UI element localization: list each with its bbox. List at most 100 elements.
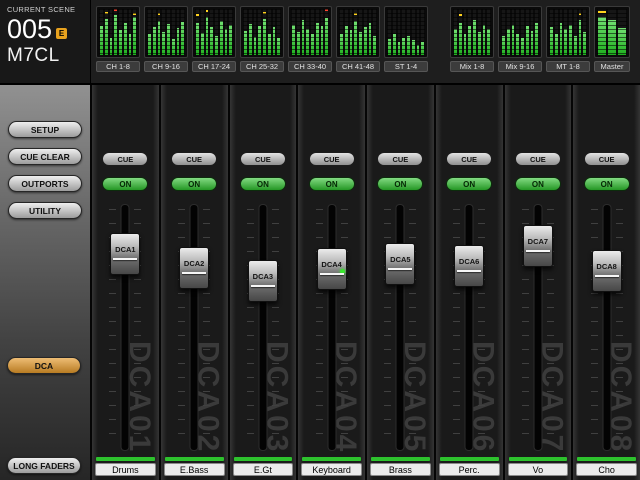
sidebar-button-setup[interactable]: SETUP	[8, 121, 82, 138]
meter-block-label: CH 17-24	[192, 61, 236, 72]
channel-color-bar	[577, 457, 636, 461]
on-button[interactable]: ON	[240, 177, 286, 191]
fader-knob[interactable]: DCA6	[454, 245, 484, 287]
meter-bar	[373, 9, 376, 55]
meter-bars	[384, 6, 428, 58]
on-button[interactable]: ON	[515, 177, 561, 191]
meter-bar	[388, 9, 391, 55]
fader-track[interactable]	[466, 205, 473, 450]
meter-bar	[244, 9, 247, 55]
fader-area: DCA3	[230, 205, 297, 450]
fader-track[interactable]	[259, 205, 266, 450]
channel-color-bar	[440, 457, 499, 461]
meter-block[interactable]: CH 9-16	[144, 6, 188, 72]
meter-bar	[177, 9, 180, 55]
meter-block[interactable]: CH 41-48	[336, 6, 380, 72]
channel-name-label[interactable]: Drums	[95, 463, 156, 476]
on-button[interactable]: ON	[377, 177, 423, 191]
meter-bar	[172, 9, 175, 55]
meter-bars	[594, 6, 630, 58]
cue-button[interactable]: CUE	[584, 152, 630, 166]
sidebar-button-cue-clear[interactable]: CUE CLEAR	[8, 148, 82, 165]
meter-block[interactable]: CH 33-40	[288, 6, 332, 72]
fader-knob[interactable]: DCA2	[179, 247, 209, 289]
meter-bar	[526, 9, 529, 55]
dca-mode-button[interactable]: DCA	[7, 357, 81, 374]
meter-block[interactable]: Mix 1-8	[450, 6, 494, 72]
meter-bars	[450, 6, 494, 58]
meter-bar	[473, 9, 476, 55]
meter-block-label: Mix 1-8	[450, 61, 494, 72]
meter-bar	[206, 9, 209, 55]
channel-strip: CUE ON DCA05 DCA5 Brass	[367, 85, 434, 480]
channel-strip: CUE ON DCA06 DCA6 Perc.	[436, 85, 503, 480]
on-button[interactable]: ON	[309, 177, 355, 191]
on-button[interactable]: ON	[446, 177, 492, 191]
fader-knob-label: DCA6	[455, 257, 483, 266]
scene-panel[interactable]: CURRENT SCENE 005 E M7CL	[0, 0, 90, 83]
meter-block[interactable]: MT 1-8	[546, 6, 590, 72]
sidebar-button-outports[interactable]: OUTPORTS	[8, 175, 82, 192]
meter-block[interactable]: Mix 9-16	[498, 6, 542, 72]
meter-block[interactable]: CH 25-32	[240, 6, 284, 72]
cue-button[interactable]: CUE	[446, 152, 492, 166]
main-area: SETUP CUE CLEAR OUTPORTS UTILITY DCA LONG F…	[0, 85, 640, 480]
channel-name-label[interactable]: Brass	[370, 463, 431, 476]
channel-name-label[interactable]: Perc.	[439, 463, 500, 476]
meter-bar	[350, 9, 353, 55]
cue-button[interactable]: CUE	[171, 152, 217, 166]
on-button[interactable]: ON	[102, 177, 148, 191]
on-button[interactable]: ON	[171, 177, 217, 191]
fader-knob[interactable]: DCA3	[248, 260, 278, 302]
fader-track[interactable]	[603, 205, 610, 450]
meter-bar	[574, 9, 577, 55]
meter-bar	[258, 9, 261, 55]
meter-bar	[124, 9, 127, 55]
meter-bar	[158, 9, 161, 55]
fader-track[interactable]	[397, 205, 404, 450]
fader-knob[interactable]: DCA8	[592, 250, 622, 292]
cue-button[interactable]: CUE	[102, 152, 148, 166]
meter-bar	[487, 9, 490, 55]
meter-bar	[560, 9, 563, 55]
cue-button[interactable]: CUE	[309, 152, 355, 166]
sidebar-button-utility[interactable]: UTILITY	[8, 202, 82, 219]
fader-track[interactable]	[328, 205, 335, 450]
meter-bar	[417, 9, 420, 55]
meter-bar	[196, 9, 199, 55]
meter-block[interactable]: ST 1-4	[384, 6, 428, 72]
channel-name-label[interactable]: Keyboard	[301, 463, 362, 476]
channel-name-label[interactable]: Cho	[576, 463, 637, 476]
meter-bar	[210, 9, 213, 55]
meter-bars	[336, 6, 380, 58]
long-faders-button[interactable]: LONG FADERS	[7, 457, 81, 474]
fader-area: DCA4	[298, 205, 365, 450]
fader-track[interactable]	[191, 205, 198, 450]
fader-area: DCA7	[505, 205, 572, 450]
meter-bar	[464, 9, 467, 55]
channel-strips: CUE ON DCA01 DCA1 Drums CUE ON DCA02 DCA…	[90, 85, 640, 480]
meter-bar	[105, 9, 108, 55]
meter-block[interactable]: CH 1-8	[96, 6, 140, 72]
channel-name-label[interactable]: E.Gt	[233, 463, 294, 476]
fader-knob[interactable]: DCA4	[317, 248, 347, 290]
fader-area: DCA6	[436, 205, 503, 450]
meter-block[interactable]: CH 17-24	[192, 6, 236, 72]
on-button[interactable]: ON	[584, 177, 630, 191]
fader-knob[interactable]: DCA5	[385, 243, 415, 285]
fader-knob[interactable]: DCA7	[523, 225, 553, 267]
meter-bar	[531, 9, 534, 55]
meter-block-label: ST 1-4	[384, 61, 428, 72]
cue-button[interactable]: CUE	[377, 152, 423, 166]
channel-name-label[interactable]: Vo	[508, 463, 569, 476]
channel-name-label[interactable]: E.Bass	[164, 463, 225, 476]
fader-knob[interactable]: DCA1	[110, 233, 140, 275]
meter-bars	[288, 6, 332, 58]
cue-button[interactable]: CUE	[515, 152, 561, 166]
meter-bar	[359, 9, 362, 55]
meter-bar	[129, 9, 132, 55]
meter-block[interactable]: Master	[594, 6, 630, 72]
meter-bar	[369, 9, 372, 55]
cue-button[interactable]: CUE	[240, 152, 286, 166]
channel-color-bar	[509, 457, 568, 461]
